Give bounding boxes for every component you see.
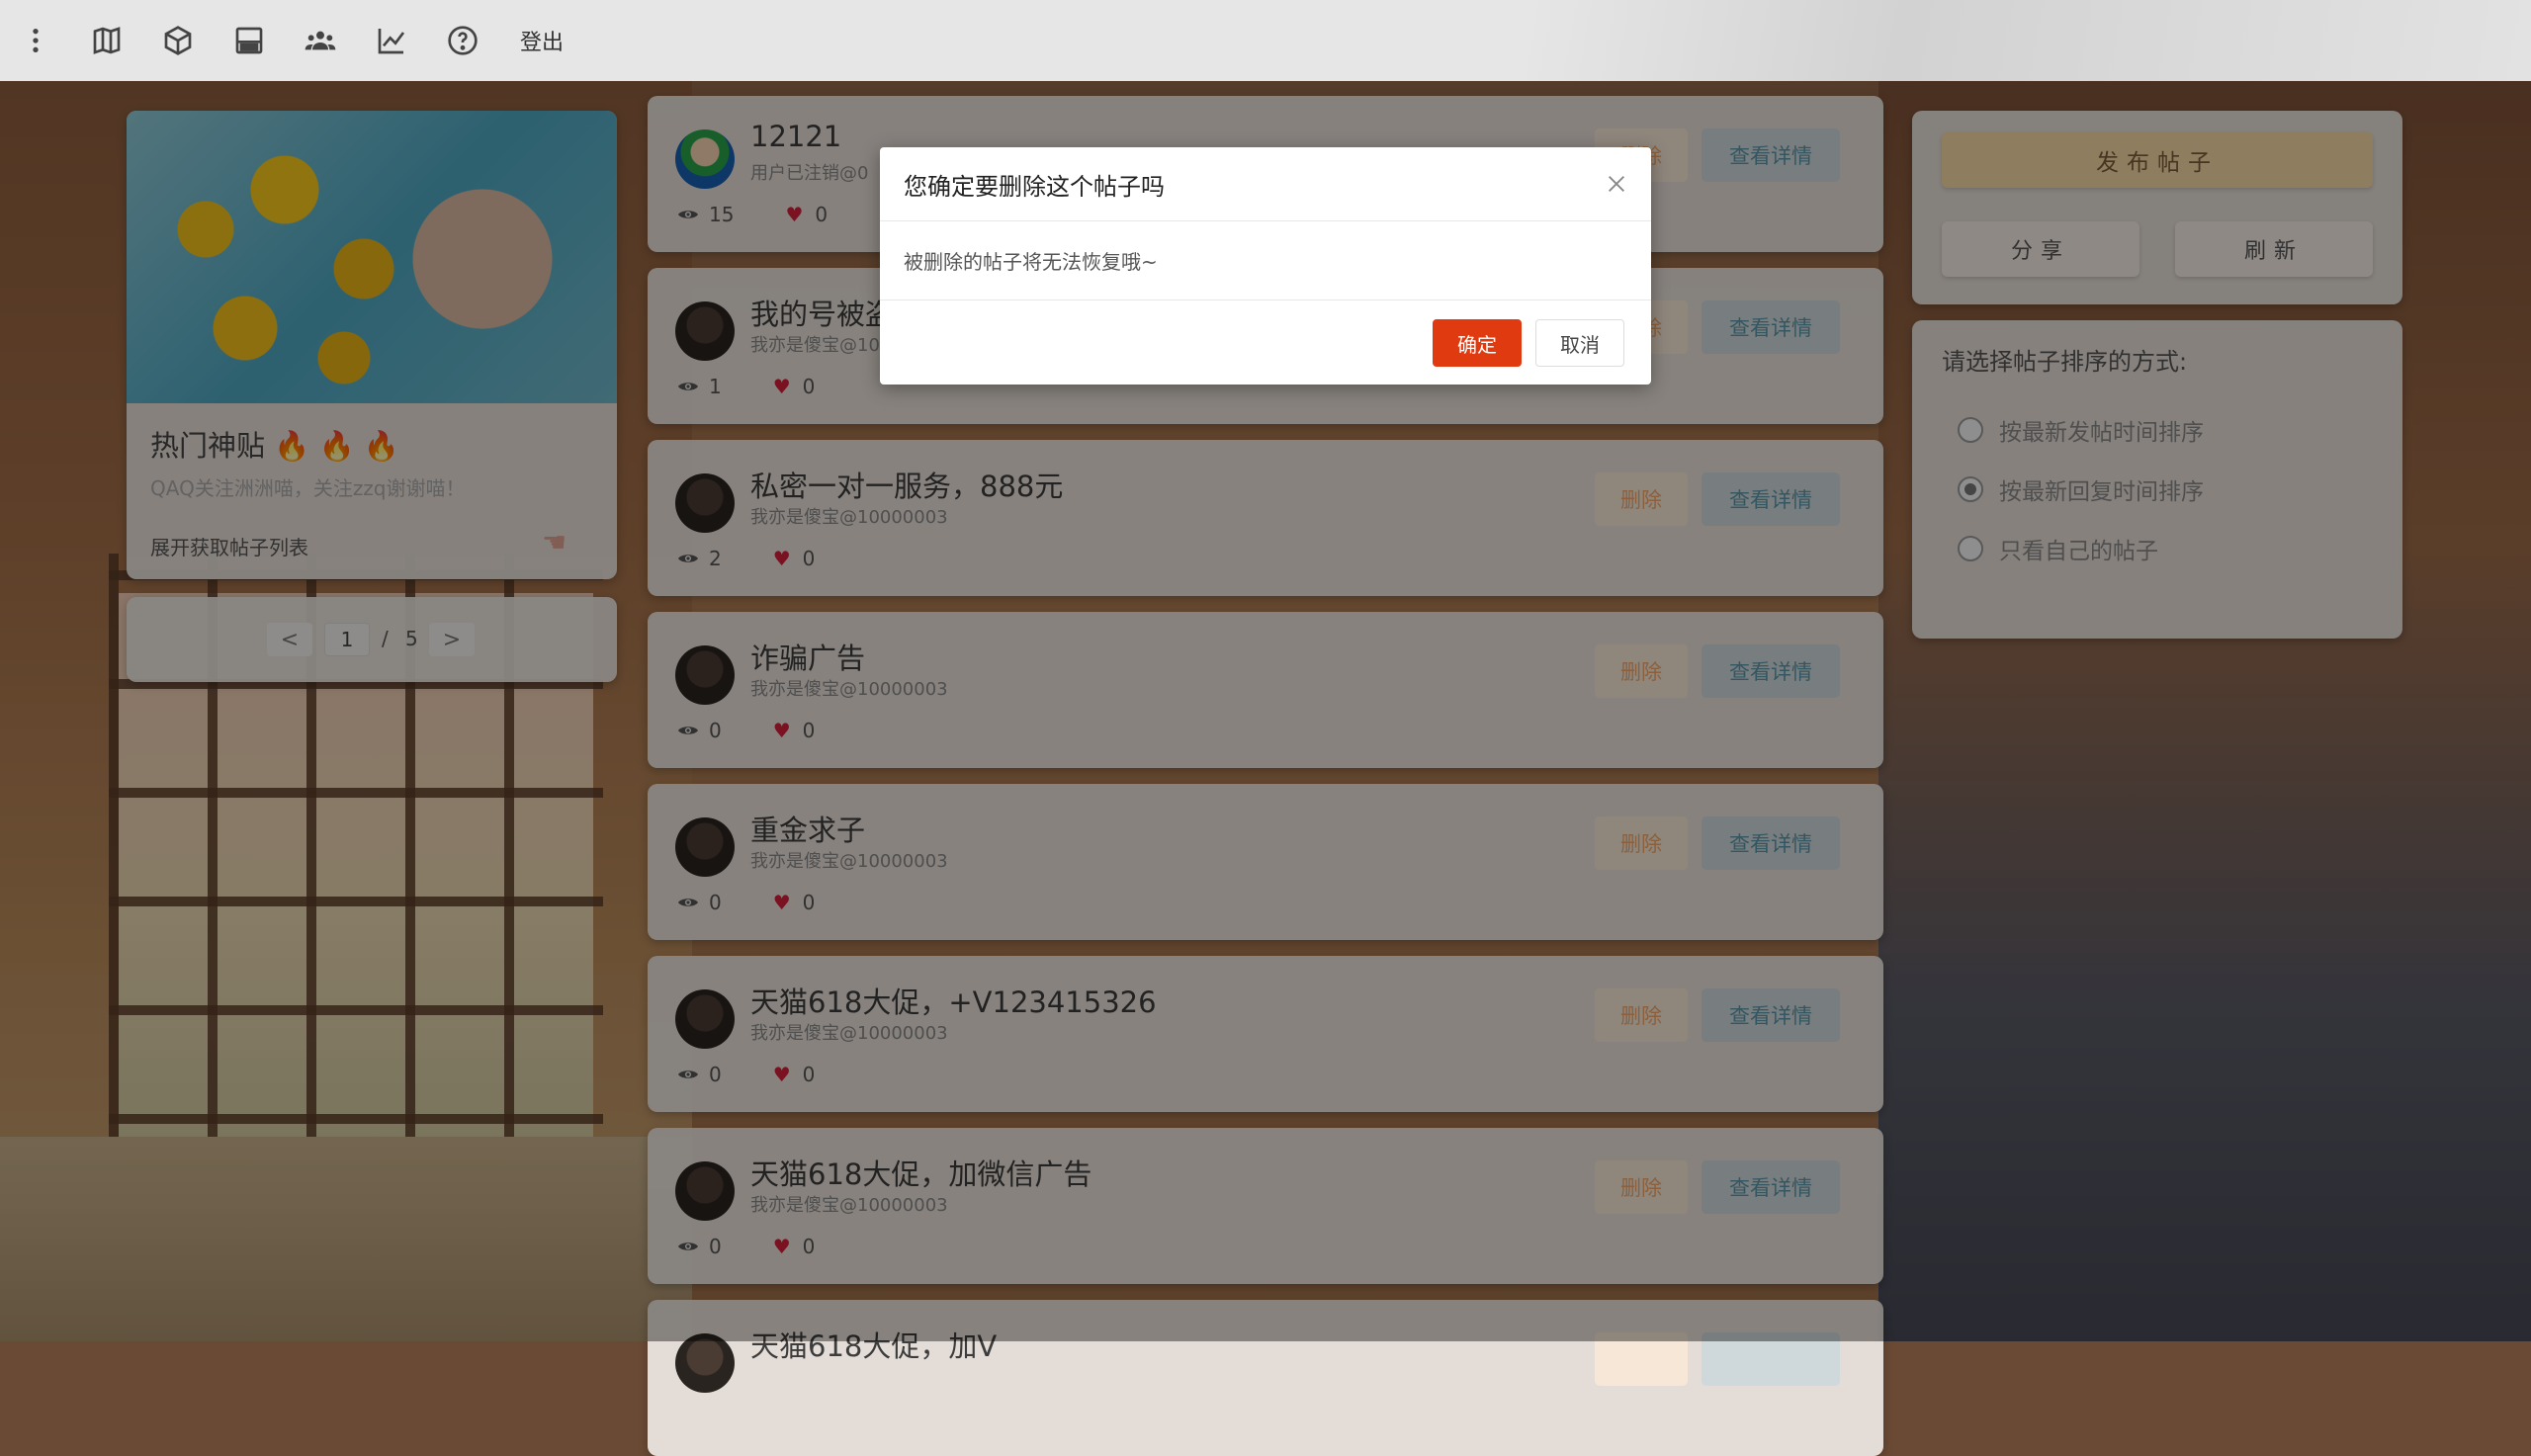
map-icon[interactable]	[71, 0, 142, 81]
confirm-delete-dialog: 您确定要删除这个帖子吗 被删除的帖子将无法恢复哦~ 确定 取消	[880, 147, 1651, 385]
group-icon[interactable]	[285, 0, 356, 81]
dialog-title: 您确定要删除这个帖子吗	[904, 173, 1165, 201]
cube-icon[interactable]	[142, 0, 214, 81]
storage-icon[interactable]	[214, 0, 285, 81]
top-navbar: 登出	[0, 0, 2531, 81]
cancel-button[interactable]: 取消	[1535, 319, 1624, 367]
chart-line-icon[interactable]	[356, 0, 427, 81]
confirm-button[interactable]: 确定	[1433, 319, 1522, 367]
more-vertical-icon[interactable]	[0, 0, 71, 81]
logout-link[interactable]: 登出	[520, 25, 564, 56]
help-icon[interactable]	[427, 0, 498, 81]
dialog-divider	[880, 220, 1651, 221]
close-icon[interactable]	[1606, 173, 1627, 195]
dialog-message: 被删除的帖子将无法恢复哦~	[904, 250, 1158, 274]
avatar[interactable]	[675, 1333, 735, 1393]
